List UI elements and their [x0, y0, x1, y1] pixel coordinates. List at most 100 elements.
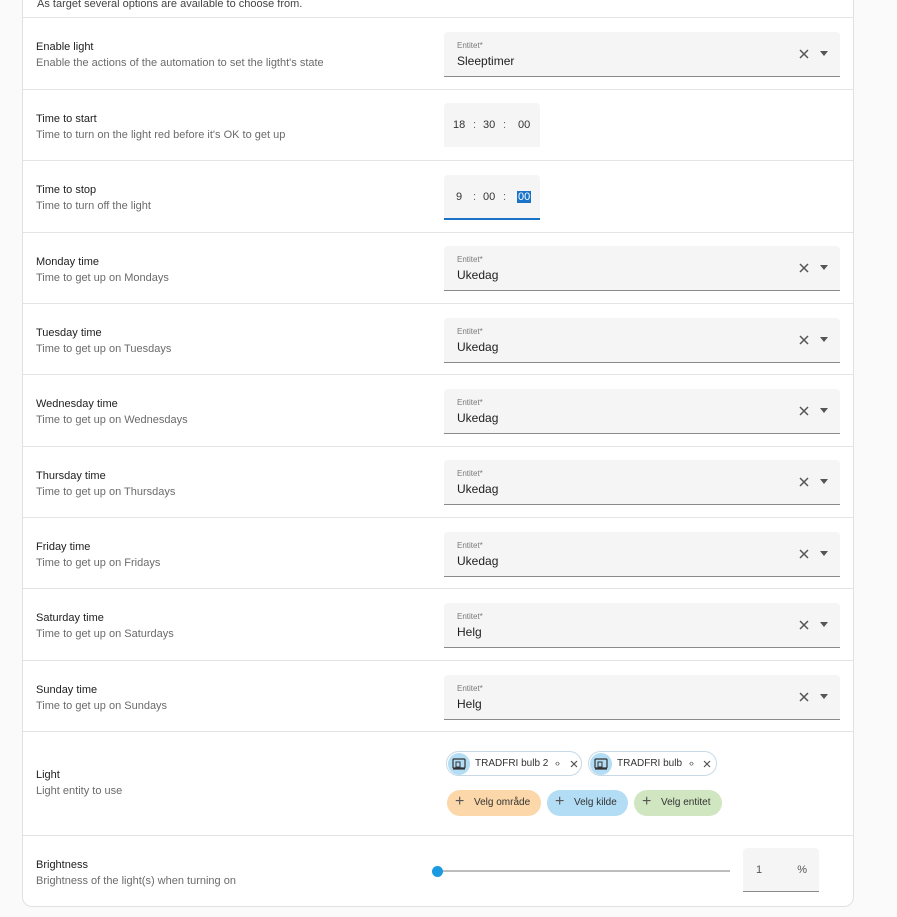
plus-icon: +	[455, 793, 465, 810]
chevron-down-icon[interactable]	[820, 479, 828, 484]
top-cut-text: As target several options are available …	[37, 0, 303, 10]
chevron-down-icon[interactable]	[820, 51, 828, 56]
time-stop-picker[interactable]: 9 : 00 : 00	[444, 175, 540, 220]
brightness-slider-track[interactable]	[437, 870, 730, 872]
chevron-down-icon[interactable]	[820, 408, 828, 413]
row-title: Wednesday time	[36, 398, 118, 410]
sunday-entity-select[interactable]: Entitet* Helg	[444, 675, 840, 720]
tuesday-entity-select[interactable]: Entitet* Ukedag	[444, 318, 840, 363]
select-label: Entitet*	[457, 612, 483, 621]
chevron-down-icon[interactable]	[820, 622, 828, 627]
select-label: Entitet*	[457, 684, 483, 693]
row-time-stop: Time to stop Time to turn off the light …	[23, 160, 853, 232]
seconds-field[interactable]: 00	[517, 191, 532, 203]
plus-icon: +	[555, 793, 565, 810]
select-value: Ukedag	[457, 340, 499, 354]
chevron-down-icon[interactable]	[820, 694, 828, 699]
close-icon[interactable]	[797, 404, 811, 418]
row-description: Time to turn off the light	[36, 200, 151, 212]
chevron-down-icon[interactable]	[820, 551, 828, 556]
button-label: Velg kilde	[574, 797, 617, 808]
row-title: Tuesday time	[36, 327, 102, 339]
light-chip[interactable]: TRADFRI bulb ‹›	[588, 751, 717, 776]
close-icon[interactable]	[797, 475, 811, 489]
select-value: Helg	[457, 625, 482, 639]
wednesday-entity-select[interactable]: Entitet* Ukedag	[444, 389, 840, 434]
add-device-button[interactable]: + Velg kilde	[547, 790, 628, 816]
row-description: Time to turn on the light red before it'…	[36, 129, 286, 141]
row-friday-time: Friday time Time to get up on Fridays En…	[23, 517, 853, 588]
row-description: Enable the actions of the automation to …	[36, 57, 324, 69]
close-icon[interactable]	[702, 759, 712, 769]
row-wednesday-time: Wednesday time Time to get up on Wednesd…	[23, 374, 853, 446]
row-title: Friday time	[36, 541, 91, 553]
monday-entity-select[interactable]: Entitet* Ukedag	[444, 246, 840, 291]
row-title: Monday time	[36, 256, 99, 268]
close-icon[interactable]	[797, 47, 811, 61]
saturday-entity-select[interactable]: Entitet* Helg	[444, 603, 840, 648]
expand-icon[interactable]: ‹›	[689, 758, 694, 768]
row-thursday-time: Thursday time Time to get up on Thursday…	[23, 446, 853, 517]
hours-field[interactable]: 9	[456, 191, 462, 203]
select-value: Ukedag	[457, 411, 499, 425]
thursday-entity-select[interactable]: Entitet* Ukedag	[444, 460, 840, 505]
row-tuesday-time: Tuesday time Time to get up on Tuesdays …	[23, 303, 853, 374]
close-icon[interactable]	[797, 618, 811, 632]
close-icon[interactable]	[797, 333, 811, 347]
brightness-unit: %	[797, 864, 807, 876]
select-value: Helg	[457, 697, 482, 711]
time-separator: :	[473, 119, 477, 131]
time-start-picker[interactable]: 18 : 30 : 00	[444, 103, 540, 147]
chip-label: TRADFRI bulb	[617, 758, 683, 769]
chevron-down-icon[interactable]	[820, 265, 828, 270]
add-entity-button[interactable]: + Velg entitet	[634, 790, 722, 816]
chip-label: TRADFRI bulb 2	[475, 758, 549, 769]
row-description: Time to get up on Sundays	[36, 700, 168, 712]
row-title: Saturday time	[36, 612, 104, 624]
select-label: Entitet*	[457, 41, 483, 50]
row-light: Light Light entity to use TRADFRI bulb 2…	[23, 731, 853, 835]
row-title: Light	[36, 769, 60, 781]
select-value: Sleeptimer	[457, 54, 515, 68]
row-description: Time to get up on Thursdays	[36, 486, 176, 498]
hours-field[interactable]: 18	[453, 119, 465, 131]
add-area-button[interactable]: + Velg område	[447, 790, 541, 816]
row-description: Time to get up on Saturdays	[36, 628, 174, 640]
chevron-down-icon[interactable]	[820, 337, 828, 342]
plus-icon: +	[642, 793, 652, 810]
row-title: Time to start	[36, 113, 97, 125]
row-saturday-time: Saturday time Time to get up on Saturday…	[23, 588, 853, 660]
select-label: Entitet*	[457, 541, 483, 550]
friday-entity-select[interactable]: Entitet* Ukedag	[444, 532, 840, 577]
brightness-number-input[interactable]: 1 %	[743, 848, 819, 892]
brightness-slider-handle[interactable]	[432, 866, 443, 877]
row-time-start: Time to start Time to turn on the light …	[23, 89, 853, 160]
select-value: Ukedag	[457, 554, 499, 568]
row-title: Brightness	[36, 859, 88, 871]
enable-light-entity-select[interactable]: Entitet* Sleeptimer	[444, 32, 840, 77]
select-value: Ukedag	[457, 268, 499, 282]
row-sunday-time: Sunday time Time to get up on Sundays En…	[23, 660, 853, 731]
row-enable-light: Enable light Enable the actions of the a…	[23, 17, 853, 89]
expand-icon[interactable]: ‹›	[555, 758, 560, 768]
row-description: Time to get up on Fridays	[36, 557, 161, 569]
minutes-field[interactable]: 30	[483, 119, 495, 131]
row-description: Time to get up on Tuesdays	[36, 343, 172, 355]
row-title: Enable light	[36, 41, 94, 53]
device-icon	[448, 753, 470, 775]
close-icon[interactable]	[797, 690, 811, 704]
seconds-field[interactable]: 00	[518, 119, 530, 131]
close-icon[interactable]	[797, 261, 811, 275]
minutes-field[interactable]: 00	[483, 191, 495, 203]
select-label: Entitet*	[457, 255, 483, 264]
row-title: Time to stop	[36, 184, 97, 196]
close-icon[interactable]	[569, 759, 579, 769]
light-chip[interactable]: TRADFRI bulb 2 ‹›	[446, 751, 582, 776]
blueprint-inputs-card: As target several options are available …	[22, 0, 854, 907]
select-label: Entitet*	[457, 327, 483, 336]
close-icon[interactable]	[797, 547, 811, 561]
select-value: Ukedag	[457, 482, 499, 496]
time-separator: :	[503, 119, 507, 131]
row-description: Time to get up on Wednesdays	[36, 414, 188, 426]
row-monday-time: Monday time Time to get up on Mondays En…	[23, 232, 853, 303]
